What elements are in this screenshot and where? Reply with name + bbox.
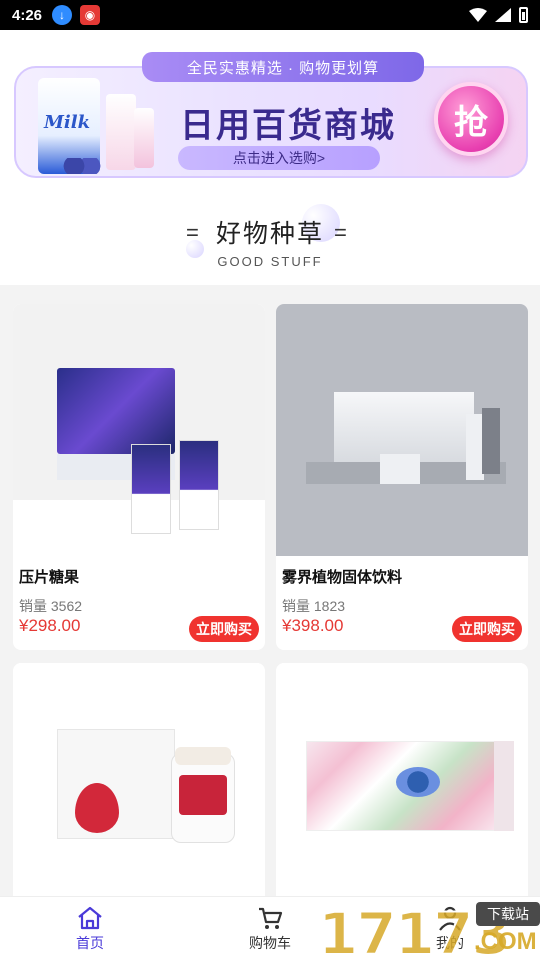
product-box bbox=[57, 368, 175, 454]
banner-product-image: Milk bbox=[22, 72, 172, 176]
grab-badge[interactable]: 抢 bbox=[434, 82, 508, 156]
watermark-domain: .COM bbox=[474, 928, 537, 955]
buy-now-button[interactable]: 立即购买 bbox=[189, 616, 259, 642]
product-grid: 压片糖果 销量 3562 ¥298.00 立即购买 雾界植物固体饮料 销量 18… bbox=[0, 285, 540, 960]
download-icon: ↓ bbox=[52, 5, 73, 25]
banner-title: 日用百货商城 bbox=[180, 106, 396, 146]
section-right-mark: = bbox=[334, 220, 347, 245]
product-stick bbox=[482, 408, 500, 474]
status-bar: 4:26 ↓ ◉ bbox=[0, 0, 540, 30]
wifi-icon bbox=[469, 8, 487, 22]
watermark-tag: 下载站 bbox=[476, 902, 540, 926]
berries bbox=[62, 158, 102, 174]
section-header: = 好物种草 = GOOD STUFF bbox=[0, 200, 540, 284]
battery-icon bbox=[519, 7, 528, 23]
product-sachet bbox=[131, 444, 171, 534]
section-title: 好物种草 bbox=[215, 220, 324, 248]
product-price: ¥398.00 bbox=[282, 616, 344, 635]
status-time: 4:26 bbox=[12, 6, 43, 24]
product-name: 雾界植物固体饮料 bbox=[282, 569, 403, 586]
banner-body[interactable]: Milk 日用百货商城 点击进入选购> 抢 bbox=[14, 66, 528, 178]
milk-carton-label: Milk bbox=[44, 112, 91, 133]
butterfly-graphic bbox=[396, 767, 440, 797]
product-jar-label bbox=[179, 775, 227, 815]
product-box bbox=[334, 392, 474, 462]
home-icon bbox=[78, 906, 102, 929]
cosmetic-tube bbox=[106, 94, 136, 170]
product-sachet bbox=[179, 440, 219, 530]
product-image bbox=[276, 304, 528, 556]
site-watermark: 17173 下载站 .COM bbox=[317, 898, 540, 960]
nav-home-label: 首页 bbox=[76, 934, 104, 951]
product-image bbox=[13, 304, 265, 556]
product-stick bbox=[380, 454, 420, 484]
product-card[interactable]: 压片糖果 销量 3562 ¥298.00 立即购买 bbox=[13, 304, 265, 650]
product-jar-cap bbox=[175, 747, 231, 765]
product-image bbox=[13, 663, 265, 915]
nav-home[interactable]: 首页 bbox=[0, 897, 180, 960]
banner-tab: 全民实惠精选 · 购物更划算 bbox=[142, 52, 424, 82]
section-subtitle: GOOD STUFF bbox=[217, 254, 323, 269]
cosmetic-bottle bbox=[134, 108, 154, 168]
nav-cart-label: 购物车 bbox=[249, 934, 291, 951]
buy-now-button[interactable]: 立即购买 bbox=[452, 616, 522, 642]
product-price: ¥298.00 bbox=[19, 616, 81, 635]
promo-banner[interactable]: 全民实惠精选 · 购物更划算 Milk 日用百货商城 点击进入选购> 抢 bbox=[14, 52, 528, 178]
product-name: 压片糖果 bbox=[19, 569, 80, 586]
product-image bbox=[276, 663, 528, 915]
cart-icon bbox=[259, 907, 283, 929]
banner-enter-button[interactable]: 点击进入选购> bbox=[178, 146, 380, 170]
product-card[interactable]: 雾界植物固体饮料 销量 1823 ¥398.00 立即购买 bbox=[276, 304, 528, 650]
product-box-side bbox=[494, 741, 514, 831]
product-sales: 销量 1823 bbox=[282, 598, 346, 614]
product-sales: 销量 3562 bbox=[19, 598, 83, 614]
signal-icon bbox=[495, 8, 511, 22]
app-notification-icon: ◉ bbox=[80, 5, 101, 25]
